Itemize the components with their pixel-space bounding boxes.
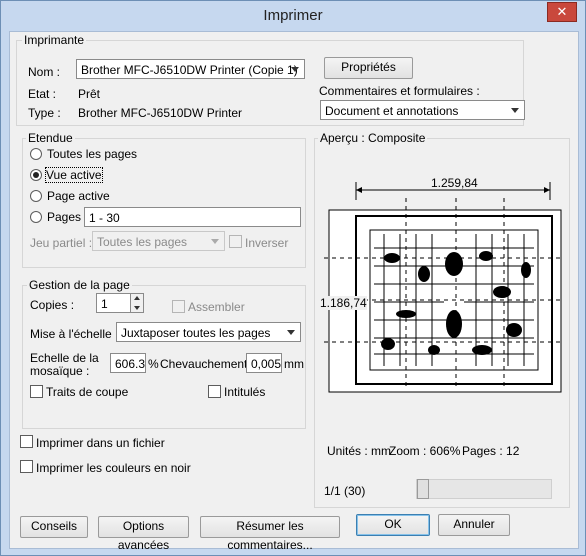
tile-scale-value: 606.3 [115,357,146,371]
ok-button[interactable]: OK [356,514,430,536]
state-value: Prêt [78,87,101,101]
comments-label: Commentaires et formulaires : [319,84,480,98]
tile-scale-label-line1: Echelle de la [30,351,99,365]
pages-range-value: 1 - 30 [89,211,120,225]
radio-all-pages[interactable] [30,148,42,160]
state-label: Etat : [28,87,57,101]
current-page-label[interactable]: Page active [47,189,110,203]
collate-checkbox[interactable] [172,300,185,313]
comments-select[interactable]: Document et annotations [320,100,525,120]
dialog-body: Imprimante Nom : Brother MFC-J6510DW Pri… [9,31,579,552]
preview-canvas [324,182,564,393]
copies-label: Copies : [30,298,75,312]
window-title: Imprimer [263,7,323,24]
copies-input[interactable]: 1 [96,293,132,313]
subset-select[interactable]: Toutes les pages [92,231,225,251]
comments-value: Document et annotations [325,104,459,118]
page-counter: 1/1 (30) [324,484,366,498]
scale-label: Mise à l'échelle : [30,327,119,341]
chevron-down-icon [291,67,299,72]
radio-pages[interactable] [30,211,42,223]
spin-up-icon [134,296,140,300]
printer-name-value: Brother MFC-J6510DW Printer (Copie 1) [81,63,298,77]
reverse-label: Inverser [245,236,289,250]
all-pages-label[interactable]: Toutes les pages [47,147,137,161]
preview-label: Aperçu : Composite [318,131,428,145]
overlap-input[interactable]: 0,005 [246,353,282,373]
pages-label[interactable]: Pages [47,210,81,224]
subset-value: Toutes les pages [97,235,188,249]
cut-marks-checkbox[interactable] [30,385,43,398]
radio-selected-dot [33,172,39,178]
copies-value: 1 [101,297,108,311]
units-label: Unités : mm [327,444,392,458]
mm-label: mm [284,357,304,371]
close-button[interactable]: ✕ [547,2,577,22]
print-black-checkbox[interactable] [20,460,33,473]
labels-checkbox[interactable] [208,385,221,398]
page-slider-track[interactable] [416,479,552,499]
spin-down-icon [134,306,140,310]
percent-label: % [148,357,159,371]
page-slider-thumb[interactable] [417,479,429,499]
pages-range-input[interactable]: 1 - 30 [84,207,301,227]
print-dialog-window: Imprimer ✕ Imprimante Nom : Brother MFC-… [0,0,586,556]
preview-height: 1.186,74 [320,296,367,310]
name-label: Nom : [28,65,61,79]
preview-width: 1.259,84 [431,176,478,190]
range-group-label: Etendue [26,131,75,145]
type-label: Type : [28,106,61,120]
scale-value: Juxtaposer toutes les pages [121,326,271,340]
scale-select[interactable]: Juxtaposer toutes les pages [116,322,301,342]
cut-marks-label[interactable]: Traits de coupe [46,385,128,399]
current-view-label[interactable]: Vue active [45,167,103,183]
subset-label: Jeu partiel : [30,236,93,250]
page-handling-label: Gestion de la page [27,278,132,292]
tips-button[interactable]: Conseils [20,516,88,538]
tile-scale-label-line2: mosaïque : [30,364,90,378]
printer-name-select[interactable]: Brother MFC-J6510DW Printer (Copie 1) [76,59,305,79]
reverse-checkbox[interactable] [229,235,242,248]
chevron-down-icon [211,239,219,244]
type-value: Brother MFC-J6510DW Printer [78,106,243,120]
overlap-value: 0,005 [251,357,282,371]
cancel-button[interactable]: Annuler [438,514,510,536]
radio-current-page[interactable] [30,190,42,202]
collate-label: Assembler [188,300,245,314]
chevron-down-icon [511,108,519,113]
print-black-label[interactable]: Imprimer les couleurs en noir [36,461,191,475]
printer-group-label: Imprimante [22,33,87,47]
advanced-options-button[interactable]: Options avancées [98,516,189,552]
print-to-file-label[interactable]: Imprimer dans un fichier [36,436,165,450]
chevron-down-icon [287,330,295,335]
zoom-label: Zoom : 606% [389,444,461,458]
page-count-label: Pages : 12 [462,444,520,458]
print-to-file-checkbox[interactable] [20,435,33,448]
properties-button[interactable]: Propriétés [324,57,413,79]
radio-current-view[interactable] [30,169,42,181]
labels-label[interactable]: Intitulés [224,385,265,399]
overlap-label: Chevauchement : [160,357,255,371]
title-bar: Imprimer ✕ [1,1,585,31]
copies-spinner[interactable] [130,293,144,313]
summarize-comments-button[interactable]: Résumer les commentaires... [200,516,340,552]
tile-scale-input[interactable]: 606.3 [110,353,146,373]
